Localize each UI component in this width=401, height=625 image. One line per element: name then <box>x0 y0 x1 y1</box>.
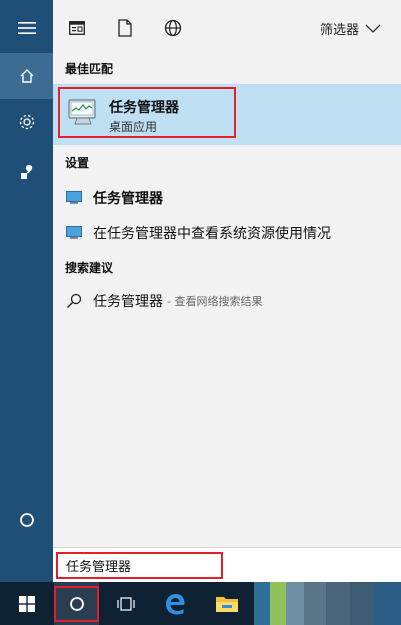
start-button[interactable] <box>0 582 53 625</box>
filter-dropdown[interactable]: 筛选器 <box>320 19 381 38</box>
best-match-result[interactable]: 任务管理器 桌面应用 <box>53 84 401 145</box>
monitor-icon <box>65 190 83 206</box>
settings-item-view-resources[interactable]: 在任务管理器中查看系统资源使用情况 <box>65 221 331 245</box>
feedback-button[interactable] <box>0 149 53 195</box>
document-icon <box>118 19 132 37</box>
edge-icon <box>166 593 185 614</box>
best-match-title: 任务管理器 <box>109 100 179 116</box>
globe-icon <box>164 19 182 37</box>
best-match-subtitle: 桌面应用 <box>109 120 158 134</box>
task-manager-icon <box>68 99 96 125</box>
folder-icon <box>216 596 238 612</box>
settings-item-label: 任务管理器 <box>93 191 163 207</box>
filter-label: 筛选器 <box>319 23 359 38</box>
task-view-icon <box>117 596 135 611</box>
pinned-apps-obscured <box>254 582 401 625</box>
settings-item-task-manager[interactable]: 任务管理器 <box>65 186 163 210</box>
file-explorer-button[interactable] <box>206 582 248 625</box>
feedback-icon <box>20 164 32 179</box>
app-icon <box>69 21 85 35</box>
section-search-suggestions: 搜索建议 <box>65 261 114 275</box>
annotation-highlight-box <box>54 586 99 622</box>
edge-button[interactable] <box>152 582 198 625</box>
search-filter-toolbar: 筛选器 <box>53 0 401 56</box>
documents-filter-button[interactable] <box>115 18 135 38</box>
taskbar <box>0 582 401 625</box>
search-input[interactable] <box>56 552 223 579</box>
apps-filter-button[interactable] <box>67 18 87 38</box>
search-results-pane: 最佳匹配 任务管理器 桌面应用 设置 任务管理器 在任务管理器中查看系统资源使用… <box>53 56 401 547</box>
start-menu-rail <box>0 0 53 582</box>
suggestion-label: 任务管理器 <box>93 294 163 310</box>
settings-item-label: 在任务管理器中查看系统资源使用情况 <box>93 226 331 242</box>
windows-logo-icon <box>18 595 35 612</box>
menu-button[interactable] <box>0 5 53 51</box>
search-icon <box>65 293 83 309</box>
search-bar <box>53 547 401 583</box>
gear-icon <box>19 114 34 130</box>
hamburger-icon <box>17 22 36 34</box>
section-settings: 设置 <box>65 156 90 170</box>
task-view-button[interactable] <box>104 582 148 625</box>
settings-button[interactable] <box>0 99 53 145</box>
section-best-match: 最佳匹配 <box>65 62 114 76</box>
web-filter-button[interactable] <box>163 18 183 38</box>
home-button[interactable] <box>0 53 53 99</box>
web-suggestion-item[interactable]: 任务管理器 - 查看网络搜索结果 <box>65 289 262 313</box>
home-icon <box>20 69 33 83</box>
cortana-circle-icon <box>19 513 34 527</box>
monitor-icon <box>65 225 83 241</box>
chevron-down-icon <box>365 24 381 33</box>
suggestion-hint: - 查看网络搜索结果 <box>167 295 263 308</box>
cortana-rail-button[interactable] <box>0 497 53 543</box>
